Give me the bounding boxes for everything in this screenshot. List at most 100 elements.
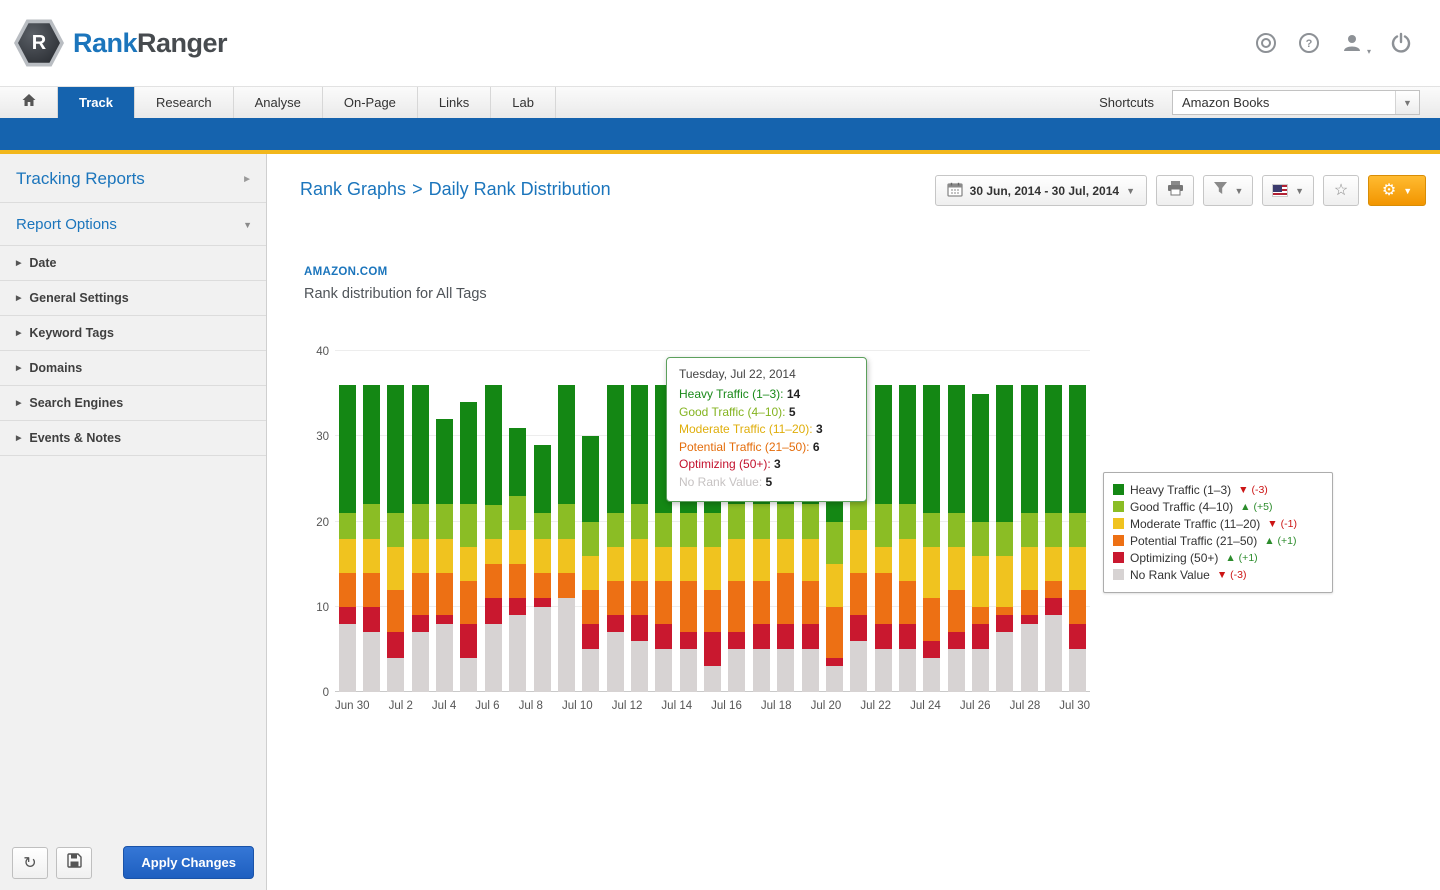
bar-jul-30[interactable]	[1069, 385, 1086, 692]
export-button[interactable]: ▼	[1203, 175, 1253, 206]
domain-label: AMAZON.COM	[304, 266, 388, 278]
tab-links[interactable]: Links	[418, 87, 491, 118]
shortcuts-label[interactable]: Shortcuts	[1099, 95, 1154, 110]
legend-label: Good Traffic (4–10)	[1130, 500, 1233, 514]
bar-segment	[582, 522, 599, 556]
bar-jul-1[interactable]	[363, 385, 380, 692]
x-axis-label: Jul 16	[711, 700, 742, 712]
breadcrumb-parent[interactable]: Rank Graphs	[300, 179, 406, 199]
power-icon[interactable]	[1388, 30, 1414, 56]
rankranger-logo[interactable]: R RankRanger	[14, 18, 227, 68]
language-button[interactable]: ▼	[1262, 175, 1314, 206]
breadcrumb: Rank Graphs>Daily Rank Distribution	[300, 179, 611, 200]
save-button[interactable]	[56, 847, 92, 879]
bar-jul-5[interactable]	[460, 402, 477, 692]
header-icons: ? ▾	[1253, 30, 1414, 56]
sidebar-item-general-settings[interactable]: ▶General Settings	[0, 280, 266, 315]
legend-row-optimizing-50[interactable]: Optimizing (50+) ▲ (+1)	[1113, 549, 1323, 566]
bar-jul-24[interactable]	[923, 385, 940, 692]
bar-jul-23[interactable]	[899, 385, 916, 692]
tab-track[interactable]: Track	[58, 87, 135, 118]
bar-jun-30[interactable]	[339, 385, 356, 692]
bar-jul-11[interactable]	[607, 385, 624, 692]
bar-jul-3[interactable]	[412, 385, 429, 692]
nav-home[interactable]	[0, 87, 58, 118]
sidebar-item-events-notes[interactable]: ▶Events & Notes	[0, 420, 266, 456]
sidebar-item-domains[interactable]: ▶Domains	[0, 350, 266, 385]
help-icon[interactable]: ?	[1296, 30, 1322, 56]
bar-segment	[777, 649, 794, 692]
bar-jul-25[interactable]	[948, 385, 965, 692]
date-range-button[interactable]: 30 Jun, 2014 - 30 Jul, 2014 ▼	[935, 175, 1147, 206]
bar-segment	[948, 632, 965, 649]
apply-changes-button[interactable]: Apply Changes	[123, 846, 254, 879]
bar-segment	[923, 658, 940, 692]
user-menu[interactable]: ▾	[1339, 30, 1371, 56]
bar-jul-27[interactable]	[996, 385, 1013, 692]
sidebar-item-search-engines[interactable]: ▶ Search Engines	[0, 385, 266, 420]
sidebar-title[interactable]: Tracking Reports ►	[0, 154, 266, 203]
bar-segment	[412, 504, 429, 538]
tooltip-row: Moderate Traffic (11–20): 3	[679, 421, 854, 439]
bar-jul-12[interactable]	[631, 385, 648, 692]
sidebar-item-date[interactable]: ▶Date	[0, 245, 266, 280]
bar-slot	[408, 351, 432, 692]
legend-row-moderate-traffic-11-20[interactable]: Moderate Traffic (11–20) ▼ (-1)	[1113, 515, 1323, 532]
bar-segment	[850, 573, 867, 616]
bar-segment	[728, 649, 745, 692]
bar-segment	[339, 385, 356, 513]
refresh-button[interactable]: ↻	[12, 847, 48, 879]
tab-lab[interactable]: Lab	[491, 87, 556, 118]
bar-jul-10[interactable]	[582, 436, 599, 692]
bar-jul-26[interactable]	[972, 394, 989, 692]
legend-label: Heavy Traffic (1–3)	[1130, 483, 1231, 497]
settings-button[interactable]: ⚙ ▼	[1368, 175, 1426, 206]
x-axis-label	[370, 700, 389, 712]
bar-segment	[802, 539, 819, 582]
campaign-selector[interactable]: Amazon Books ▼	[1172, 90, 1420, 115]
bar-segment	[436, 573, 453, 616]
bar-segment	[753, 504, 770, 538]
support-icon[interactable]	[1253, 30, 1279, 56]
bar-segment	[607, 632, 624, 692]
bar-segment	[680, 547, 697, 581]
bar-jul-2[interactable]	[387, 385, 404, 692]
chevron-right-icon: ▶	[16, 399, 21, 407]
legend-swatch-icon	[1113, 518, 1124, 529]
bar-segment	[460, 504, 477, 547]
bar-segment	[631, 504, 648, 538]
bar-segment	[923, 641, 940, 658]
bar-jul-6[interactable]	[485, 385, 502, 692]
legend-row-no-rank-value[interactable]: No Rank Value ▼ (-3)	[1113, 566, 1323, 583]
bar-segment	[972, 624, 989, 650]
legend-row-heavy-traffic-1-3[interactable]: Heavy Traffic (1–3) ▼ (-3)	[1113, 481, 1323, 498]
bar-segment	[582, 590, 599, 624]
sidebar-item-label: Search Engines	[29, 396, 123, 410]
bar-jul-4[interactable]	[436, 419, 453, 692]
bar-segment	[704, 547, 721, 590]
chart-legend: Heavy Traffic (1–3) ▼ (-3)Good Traffic (…	[1103, 472, 1333, 593]
filter-icon	[1213, 181, 1228, 200]
bar-jul-28[interactable]	[1021, 385, 1038, 692]
bar-segment	[753, 539, 770, 582]
bar-segment	[509, 615, 526, 692]
legend-row-good-traffic-4-10[interactable]: Good Traffic (4–10) ▲ (+5)	[1113, 498, 1323, 515]
bar-jul-9[interactable]	[558, 385, 575, 692]
bar-slot	[968, 351, 992, 692]
bar-jul-7[interactable]	[509, 428, 526, 692]
print-button[interactable]	[1156, 175, 1194, 206]
tab-on-page[interactable]: On-Page	[323, 87, 418, 118]
bar-jul-8[interactable]	[534, 445, 551, 692]
us-flag-icon	[1272, 184, 1288, 197]
tab-research[interactable]: Research	[135, 87, 234, 118]
bar-segment	[534, 445, 551, 513]
y-axis-label: 0	[297, 687, 329, 699]
bar-jul-22[interactable]	[875, 385, 892, 692]
favorite-button[interactable]: ☆	[1323, 175, 1359, 206]
bar-segment	[509, 598, 526, 615]
sidebar-item-keyword-tags[interactable]: ▶Keyword Tags	[0, 315, 266, 350]
report-options-header[interactable]: Report Options ▼	[0, 203, 266, 245]
legend-row-potential-traffic-21-50[interactable]: Potential Traffic (21–50) ▲ (+1)	[1113, 532, 1323, 549]
tab-analyse[interactable]: Analyse	[234, 87, 323, 118]
bar-jul-29[interactable]	[1045, 385, 1062, 692]
